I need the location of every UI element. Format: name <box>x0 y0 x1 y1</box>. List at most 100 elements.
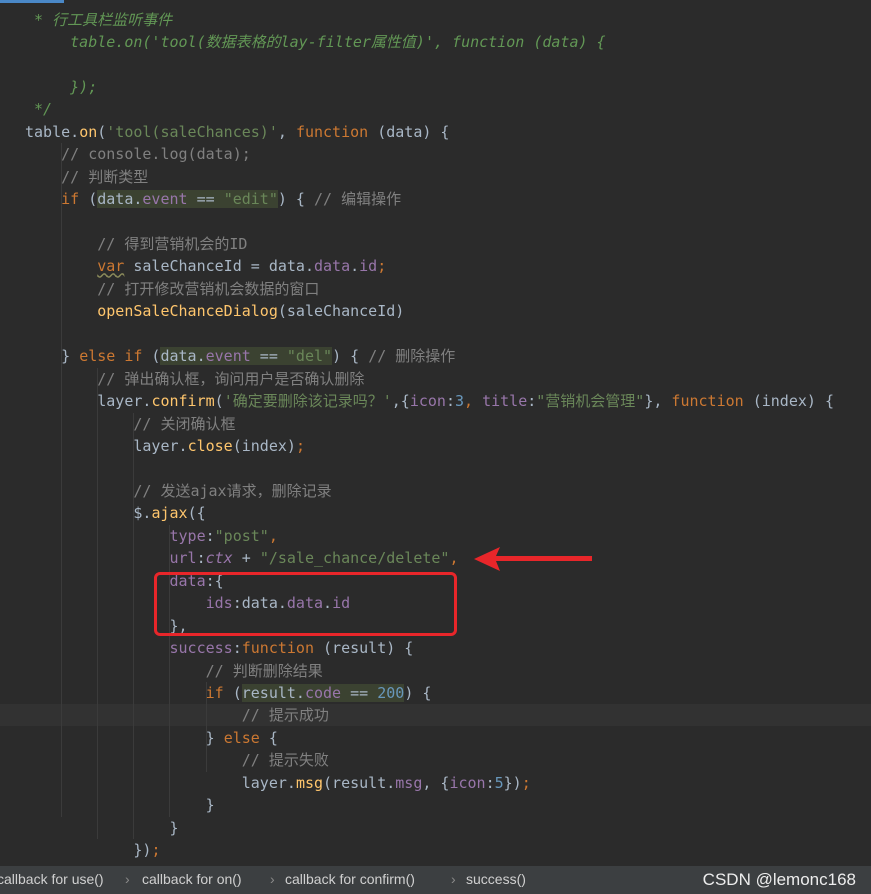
code-token: layer. <box>25 437 188 456</box>
code-token: "post" <box>214 526 269 545</box>
code-line[interactable]: $.ajax({ <box>25 502 206 524</box>
code-token: } <box>25 818 179 837</box>
code-token: (result) { <box>314 639 414 658</box>
code-token: "/sale_chance/delete" <box>259 549 450 568</box>
arrow-shape <box>474 547 592 571</box>
code-line[interactable]: } <box>25 817 179 839</box>
code-token: // console.log(data); <box>25 145 251 164</box>
code-line[interactable]: */ <box>25 98 52 120</box>
code-line[interactable]: } else if (data.event == "del") { // 删除操… <box>25 345 455 367</box>
code-token: ( <box>142 347 161 366</box>
code-token: table. <box>25 122 80 141</box>
code-line[interactable]: openSaleChanceDialog(saleChanceId) <box>25 300 404 322</box>
code-token: : <box>205 526 215 545</box>
code-token: : <box>485 773 495 792</box>
breadcrumb-item-on[interactable]: callback for on() <box>142 866 242 892</box>
code-token: 200 <box>377 684 405 702</box>
code-token: , <box>268 526 278 545</box>
code-token: msg <box>295 773 324 792</box>
code-token: // 删除操作 <box>368 347 456 366</box>
code-line[interactable]: // 弹出确认框，询问用户是否确认删除 <box>25 368 364 390</box>
code-token: { <box>259 728 278 747</box>
code-token: // 打开修改营销机会数据的窗口 <box>25 279 320 298</box>
code-line[interactable]: success:function (result) { <box>25 637 414 659</box>
code-token: "营销机会管理" <box>536 392 645 411</box>
code-line[interactable]: // 打开修改营销机会数据的窗口 <box>25 278 319 300</box>
code-line[interactable]: // 得到营销机会的ID <box>25 233 247 255</box>
code-line[interactable]: }); <box>25 839 160 861</box>
code-token: // 判断删除结果 <box>25 661 323 680</box>
code-line[interactable]: } <box>25 794 215 816</box>
code-line[interactable]: layer.close(index); <box>25 435 305 457</box>
code-token: } <box>25 728 224 747</box>
code-token: . <box>350 257 360 276</box>
code-token: , <box>449 549 459 568</box>
code-token: (index) <box>232 437 296 456</box>
code-token: // 判断类型 <box>25 167 149 186</box>
code-line[interactable]: table.on('tool(saleChances)', function (… <box>25 121 449 143</box>
code-token: "del" <box>286 347 333 366</box>
code-token: $. <box>25 504 152 523</box>
breadcrumb-separator: › <box>270 871 275 887</box>
code-line[interactable]: type:"post", <box>25 525 278 547</box>
editor-tab-indicator <box>0 0 64 3</box>
code-line[interactable]: // console.log(data); <box>25 143 251 165</box>
code-line[interactable]: // 发送ajax请求，删除记录 <box>25 480 331 502</box>
code-token: data. <box>160 347 206 366</box>
code-line[interactable]: if (result.code == 200) { <box>25 682 431 704</box>
code-token: icon <box>409 392 446 411</box>
code-token: ,{ <box>391 392 410 411</box>
code-line[interactable]: // 提示成功 <box>25 704 329 726</box>
code-token: ( <box>223 684 242 702</box>
code-token: "edit" <box>223 190 278 209</box>
breadcrumb-item-confirm[interactable]: callback for confirm() <box>285 866 415 892</box>
code-token: ) { <box>277 190 314 209</box>
code-token: : <box>527 392 537 411</box>
code-line[interactable]: url:ctx + "/sale_chance/delete", <box>25 547 459 569</box>
code-token: }) <box>25 841 152 860</box>
code-token: saleChanceId = data. <box>124 257 314 276</box>
code-token: url <box>169 549 197 568</box>
code-editor[interactable]: * 行工具栏监听事件 table.on('tool(数据表格的lay-filte… <box>0 0 871 865</box>
code-token: ; <box>151 841 161 860</box>
code-token: title <box>482 392 528 411</box>
code-line[interactable]: layer.msg(result.msg, {icon:5}); <box>25 772 531 794</box>
code-token: , { <box>422 773 450 792</box>
code-line[interactable]: }); <box>25 76 97 98</box>
code-token: , <box>277 122 296 141</box>
code-token: if <box>61 190 80 209</box>
watermark: CSDN @lemonc168 <box>702 870 856 889</box>
code-line[interactable]: // 判断类型 <box>25 166 148 188</box>
code-line[interactable]: // 判断删除结果 <box>25 660 323 682</box>
code-token: (saleChanceId) <box>277 302 405 321</box>
code-token: ; <box>295 437 305 456</box>
code-line[interactable]: * 行工具栏监听事件 <box>25 9 172 31</box>
code-line[interactable]: // 提示失败 <box>25 749 329 771</box>
code-token: ({ <box>187 504 206 523</box>
breadcrumb-item-success[interactable]: success() <box>466 866 526 892</box>
breadcrumb-item-use[interactable]: callback for use() <box>0 866 104 892</box>
code-token: // 提示失败 <box>25 751 329 770</box>
code-line[interactable]: table.on('tool(数据表格的lay-filter属性值)', fun… <box>25 31 605 53</box>
code-line[interactable]: layer.confirm('确定要删除该记录吗？',{icon:3, titl… <box>25 390 834 412</box>
code-token: ( <box>79 190 98 209</box>
code-token: ) { <box>404 684 432 702</box>
code-line[interactable]: if (data.event == "edit") { // 编辑操作 <box>25 188 401 210</box>
code-token: ; <box>377 257 387 276</box>
code-line[interactable]: var saleChanceId = data.data.id; <box>25 255 386 277</box>
code-token: if <box>205 684 224 702</box>
code-token: close <box>187 437 233 456</box>
code-line[interactable]: } else { <box>25 727 278 749</box>
code-token: (data) { <box>368 122 450 141</box>
annotation-arrow-icon <box>474 547 592 571</box>
code-token: layer. <box>25 392 152 411</box>
code-token: confirm <box>151 392 215 411</box>
code-token: }, <box>644 392 672 411</box>
code-line[interactable]: // 关闭确认框 <box>25 413 235 435</box>
code-token: on <box>79 122 98 141</box>
code-token: ; <box>521 773 531 792</box>
